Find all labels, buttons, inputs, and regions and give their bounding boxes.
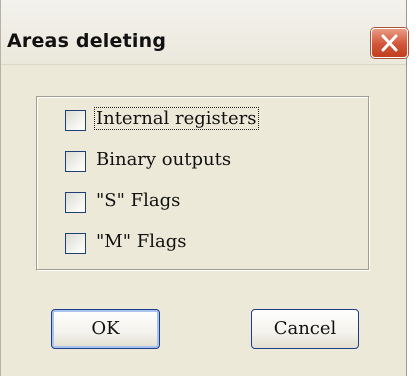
option-label-internal-registers[interactable]: Internal registers — [94, 107, 259, 130]
close-button[interactable] — [371, 28, 408, 58]
ok-button[interactable]: OK — [51, 309, 160, 349]
checkbox-m-flags[interactable] — [65, 233, 86, 254]
option-label-m-flags[interactable]: "M" Flags — [95, 231, 187, 252]
title-bar[interactable]: Areas deleting — [1, 0, 408, 65]
checkbox-s-flags[interactable] — [65, 192, 86, 213]
option-label-binary-outputs[interactable]: Binary outputs — [95, 149, 232, 170]
cancel-button[interactable]: Cancel — [251, 309, 359, 349]
close-icon — [381, 34, 398, 52]
checkbox-binary-outputs[interactable] — [65, 151, 86, 172]
checkbox-internal-registers[interactable] — [65, 110, 86, 131]
dialog-title: Areas deleting — [7, 30, 167, 52]
option-label-s-flags[interactable]: "S" Flags — [95, 190, 181, 211]
areas-deleting-dialog: Areas deleting Internal registers Binary… — [0, 0, 408, 376]
